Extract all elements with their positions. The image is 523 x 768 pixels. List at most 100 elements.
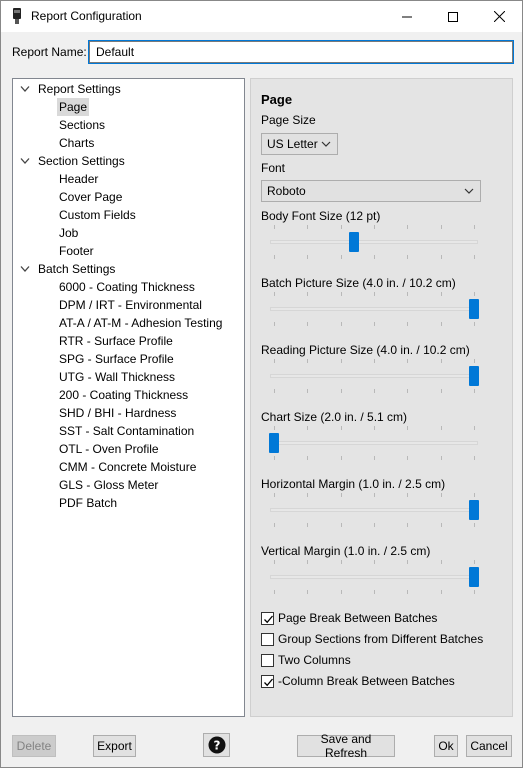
tree-group-label: Batch Settings xyxy=(38,262,116,276)
slider-tick xyxy=(274,322,275,326)
checkbox[interactable] xyxy=(261,653,274,667)
checkbox[interactable] xyxy=(261,632,274,646)
checkbox[interactable] xyxy=(261,611,274,625)
tree-item-label: SPG - Surface Profile xyxy=(59,352,174,366)
slider-tick xyxy=(474,523,475,527)
tree-item-label: SHD / BHI - Hardness xyxy=(59,406,177,420)
slider-tick xyxy=(307,560,309,564)
report-configuration-window: Report Configuration Report Name: Report… xyxy=(0,0,523,768)
slider-tick xyxy=(374,456,375,460)
slider-track[interactable] xyxy=(270,575,478,579)
report-name-label: Report Name: xyxy=(12,45,87,59)
chevron-down-icon xyxy=(464,188,474,194)
slider-thumb[interactable] xyxy=(469,366,479,386)
slider-tick xyxy=(274,590,275,594)
tree-item-label: RTR - Surface Profile xyxy=(59,334,173,348)
slider-tick xyxy=(407,255,409,259)
slider-tick xyxy=(474,359,475,363)
slider-tick xyxy=(274,359,275,363)
chevron-down-icon[interactable] xyxy=(20,265,30,273)
tree-item-label: CMM - Concrete Moisture xyxy=(59,460,197,474)
slider-label: Chart Size (2.0 in. / 5.1 cm) xyxy=(261,410,408,424)
close-button[interactable] xyxy=(476,1,522,32)
export-button[interactable]: Export xyxy=(93,735,136,757)
slider[interactable] xyxy=(270,359,479,393)
slider-thumb[interactable] xyxy=(469,500,479,520)
ok-button[interactable]: Ok xyxy=(434,735,458,757)
help-glyph: ? xyxy=(213,739,220,753)
slider-tick xyxy=(440,590,442,594)
slider-tick xyxy=(440,493,442,497)
slider-tick xyxy=(407,322,409,326)
cancel-button[interactable]: Cancel xyxy=(466,735,512,757)
tree-item-label: 6000 - Coating Thickness xyxy=(59,280,195,294)
minimize-button[interactable] xyxy=(384,1,430,32)
delete-button[interactable]: Delete xyxy=(12,735,56,757)
slider-tick xyxy=(407,493,409,497)
slider-tick xyxy=(440,560,442,564)
slider-thumb[interactable] xyxy=(469,299,479,319)
slider-tick xyxy=(374,292,375,296)
slider-label: Horizontal Margin (1.0 in. / 2.5 cm) xyxy=(261,477,446,491)
tree-item-label: Custom Fields xyxy=(59,208,136,222)
panel-title: Page xyxy=(261,92,293,107)
title-bar: Report Configuration xyxy=(1,1,522,32)
settings-tree[interactable]: Report Settings Page Sections Charts Section… xyxy=(12,78,245,717)
slider-tick xyxy=(440,389,442,393)
tree-group-label: Section Settings xyxy=(38,154,125,168)
slider-tick xyxy=(374,225,375,229)
tree-item-label: OTL - Oven Profile xyxy=(59,442,159,456)
slider-tick xyxy=(340,322,342,326)
chevron-down-icon[interactable] xyxy=(20,157,30,165)
page-settings-panel: Page Page Size US Letter Font Roboto Bod… xyxy=(250,78,513,717)
slider-tick xyxy=(374,389,375,393)
slider-tick xyxy=(307,590,309,594)
slider-tick xyxy=(340,255,342,259)
page-size-select[interactable]: US Letter xyxy=(261,133,338,155)
slider-tick xyxy=(407,225,409,229)
report-name-input[interactable] xyxy=(88,40,514,64)
slider-track[interactable] xyxy=(270,307,478,311)
slider-tick xyxy=(474,590,475,594)
slider-tick xyxy=(340,292,342,296)
checkbox-row[interactable]: Two Columns xyxy=(261,652,351,668)
slider-track[interactable] xyxy=(270,441,478,445)
font-value: Roboto xyxy=(267,184,306,198)
slider-thumb[interactable] xyxy=(469,567,479,587)
font-select[interactable]: Roboto xyxy=(261,180,481,202)
slider-label: Batch Picture Size (4.0 in. / 10.2 cm) xyxy=(261,276,456,290)
tree-item-label: 200 - Coating Thickness xyxy=(59,388,189,402)
checkbox-label: Two Columns xyxy=(278,653,351,667)
tree-item-label: GLS - Gloss Meter xyxy=(59,478,159,492)
maximize-icon xyxy=(448,11,458,22)
checkbox-row[interactable]: Group Sections from Different Batches xyxy=(261,631,483,647)
help-button[interactable]: ? xyxy=(203,733,230,757)
slider-tick xyxy=(440,456,442,460)
slider-track[interactable] xyxy=(270,240,478,244)
maximize-button[interactable] xyxy=(430,1,476,32)
slider[interactable] xyxy=(270,493,479,527)
checkbox-row[interactable]: Page Break Between Batches xyxy=(261,610,437,626)
slider-thumb[interactable] xyxy=(269,433,279,453)
slider-tick xyxy=(307,426,309,430)
slider-tick xyxy=(474,560,475,564)
slider-tick xyxy=(407,590,409,594)
tree-item-label: Sections xyxy=(59,118,106,132)
checkbox-row[interactable]: -Column Break Between Batches xyxy=(261,673,455,689)
slider-track[interactable] xyxy=(270,508,478,512)
slider-tick xyxy=(407,426,409,430)
slider-tick xyxy=(340,523,342,527)
slider-tick xyxy=(274,426,275,430)
slider-tick xyxy=(407,523,409,527)
save-and-refresh-button[interactable]: Save and Refresh xyxy=(297,732,395,760)
slider-track[interactable] xyxy=(270,374,478,378)
slider-label: Vertical Margin (1.0 in. / 2.5 cm) xyxy=(261,544,431,558)
tree-item-label: Header xyxy=(59,172,99,186)
slider-thumb[interactable] xyxy=(349,232,359,252)
slider[interactable] xyxy=(270,292,479,326)
checkbox[interactable] xyxy=(261,674,274,688)
slider[interactable] xyxy=(269,426,478,460)
slider[interactable] xyxy=(270,225,478,259)
chevron-down-icon[interactable] xyxy=(20,85,30,93)
slider[interactable] xyxy=(270,560,479,594)
